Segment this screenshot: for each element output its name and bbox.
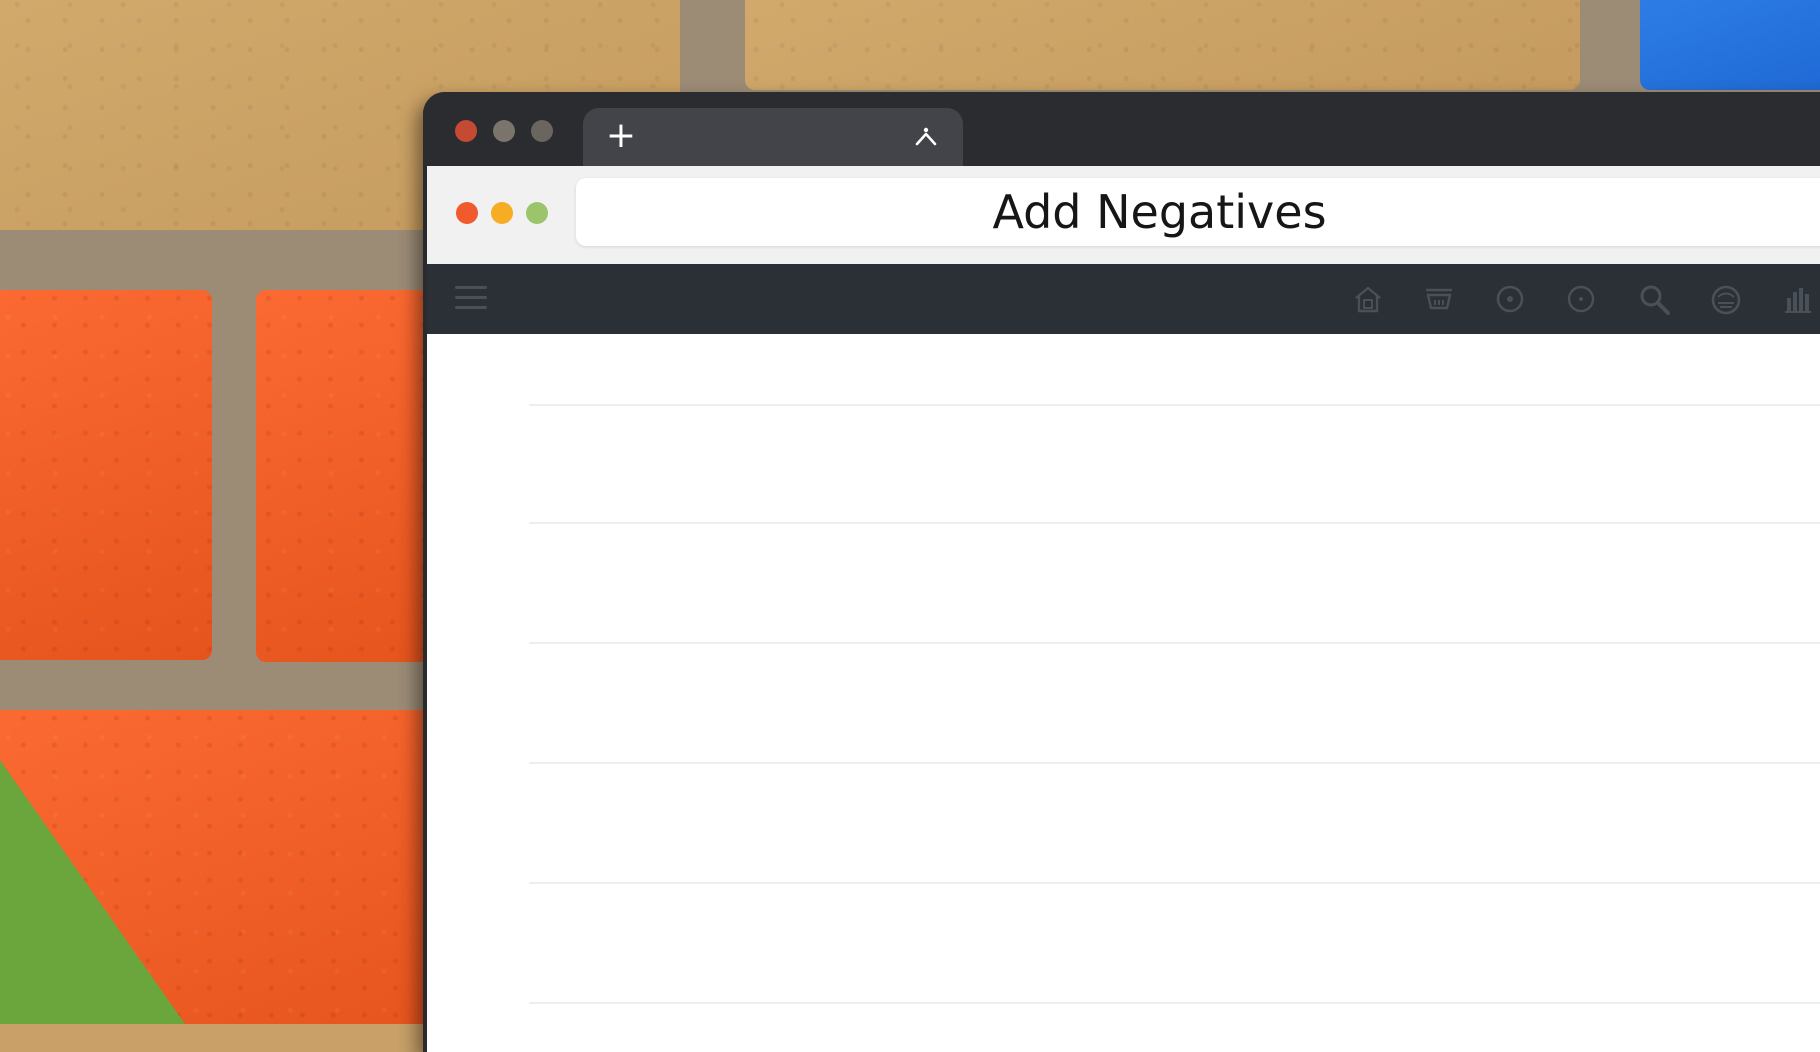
plus-icon[interactable]: + bbox=[601, 116, 641, 156]
maximize-button[interactable] bbox=[526, 202, 548, 224]
list-row-divider bbox=[529, 762, 1820, 764]
brick bbox=[745, 0, 1580, 90]
caret-up-icon[interactable] bbox=[911, 122, 941, 152]
maximize-window-button[interactable] bbox=[531, 120, 553, 142]
browser-window: + Add Negatives bbox=[423, 92, 1820, 1052]
tab-strip: + bbox=[423, 92, 1820, 168]
list-row-divider bbox=[529, 882, 1820, 884]
caret-up-icon-glyph bbox=[915, 127, 937, 146]
inbox-icon[interactable] bbox=[1420, 280, 1458, 318]
browser-tab[interactable]: + bbox=[583, 108, 963, 168]
menu-icon[interactable] bbox=[455, 286, 487, 312]
chart-icon[interactable] bbox=[1779, 280, 1817, 318]
profile-icon[interactable] bbox=[1707, 280, 1745, 318]
page-title: Add Negatives bbox=[992, 185, 1327, 239]
app-navbar bbox=[427, 264, 1820, 334]
address-bar[interactable]: Add Negatives bbox=[576, 178, 1820, 246]
list-row-divider bbox=[529, 1002, 1820, 1004]
brick bbox=[0, 290, 212, 660]
minimize-window-button[interactable] bbox=[493, 120, 515, 142]
page-window-controls bbox=[456, 202, 548, 224]
page-content bbox=[427, 334, 1820, 1052]
browser-toolbar: Add Negatives bbox=[427, 166, 1820, 264]
brick bbox=[1640, 0, 1820, 90]
list-row-divider bbox=[529, 642, 1820, 644]
list-row-divider bbox=[529, 404, 1820, 406]
home-icon[interactable] bbox=[1349, 280, 1387, 318]
close-button[interactable] bbox=[456, 202, 478, 224]
close-window-button[interactable] bbox=[455, 120, 477, 142]
list-row-divider bbox=[529, 522, 1820, 524]
green-triangle bbox=[0, 760, 185, 1024]
window-controls bbox=[455, 120, 553, 142]
minimize-button[interactable] bbox=[491, 202, 513, 224]
circle-icon[interactable] bbox=[1562, 280, 1600, 318]
search-icon[interactable] bbox=[1635, 280, 1673, 318]
target-icon[interactable] bbox=[1491, 280, 1529, 318]
